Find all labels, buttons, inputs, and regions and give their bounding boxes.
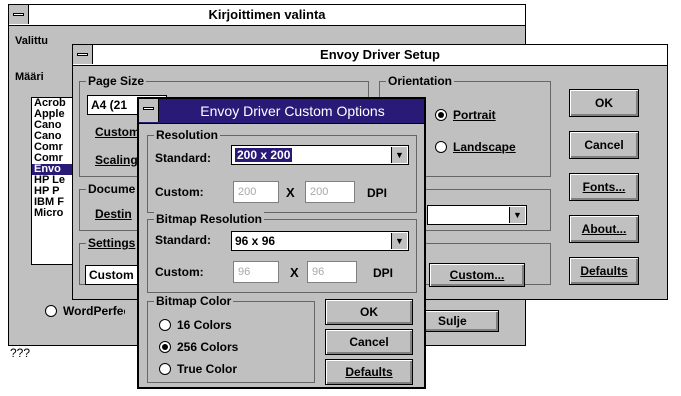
dropdown-arrow-icon[interactable]: ▼ [509, 207, 525, 223]
envoy-setup-titlebar: Envoy Driver Setup [73, 45, 667, 66]
radio-icon[interactable] [435, 109, 447, 121]
settings-select[interactable]: Custom [85, 265, 145, 285]
bitmap-color-group-label: Bitmap Color [154, 294, 234, 308]
system-menu-icon[interactable] [139, 99, 159, 122]
radio-icon[interactable] [45, 305, 57, 317]
ok-button[interactable]: OK [569, 89, 639, 117]
system-menu-icon[interactable] [73, 45, 93, 64]
dropdown-arrow-icon[interactable]: ▼ [391, 147, 407, 163]
bitmap-standard-label: Standard: [155, 233, 212, 247]
resolution-custom-y-field[interactable]: 200 [305, 181, 355, 203]
resolution-standard-label: Standard: [155, 151, 212, 165]
wordperfect-radio-label[interactable]: WordPerfect [63, 304, 125, 318]
bitmap-custom-label: Custom: [155, 265, 204, 279]
page-size-value: A4 (21 [91, 98, 128, 112]
settings-value: Custom [89, 268, 134, 282]
resolution-custom-label: Custom: [155, 185, 204, 199]
bitmap-dpi-label: DPI [373, 266, 394, 280]
resolution-dpi-label: DPI [367, 186, 388, 200]
radio-icon[interactable] [159, 319, 171, 331]
bitmap-standard-select[interactable]: 96 x 96 ▼ [231, 231, 409, 251]
defaults-button[interactable]: Defaults [325, 359, 413, 385]
destination-label: Destin [95, 207, 132, 221]
custom-button[interactable]: Custom... [429, 263, 525, 287]
close-button[interactable]: Sulje [419, 310, 499, 332]
defaults-button[interactable]: Defaults [569, 257, 639, 285]
color-16-label[interactable]: 16 Colors [177, 318, 232, 332]
page-size-custom-label: Custom [95, 125, 140, 139]
status-text: ??? [10, 346, 31, 360]
fonts-button[interactable]: Fonts... [569, 173, 639, 201]
resolution-standard-value: 200 x 200 [235, 148, 293, 162]
color-256-label[interactable]: 256 Colors [177, 340, 238, 354]
orientation-group-label: Orientation [386, 74, 455, 88]
resolution-custom-x-field[interactable]: 200 [233, 181, 279, 203]
portrait-radio-label[interactable]: Portrait [453, 108, 496, 122]
color-true-label[interactable]: True Color [177, 362, 237, 376]
radio-icon[interactable] [159, 363, 171, 375]
bitmap-custom-y-field[interactable]: 96 [307, 261, 357, 283]
page-size-group-label: Page Size [86, 74, 147, 88]
resolution-times-label: X [286, 185, 295, 200]
landscape-radio-label[interactable]: Landscape [453, 140, 516, 154]
resolution-standard-select[interactable]: 200 x 200 ▼ [231, 145, 409, 165]
bitmap-resolution-group-label: Bitmap Resolution [154, 212, 265, 226]
ok-button[interactable]: OK [325, 299, 413, 325]
radio-icon[interactable] [435, 141, 447, 153]
bitmap-standard-value: 96 x 96 [235, 234, 276, 248]
maari-label: Määri [15, 71, 44, 83]
custom-options-title: Envoy Driver Custom Options [200, 103, 385, 119]
printer-selection-titlebar: Kirjoittimen valinta [9, 5, 525, 26]
bitmap-custom-x-field[interactable]: 96 [233, 261, 279, 283]
about-button[interactable]: About... [569, 215, 639, 243]
custom-options-titlebar: Envoy Driver Custom Options [139, 99, 424, 124]
settings-group-label: Settings [86, 236, 138, 250]
resolution-group-label: Resolution [154, 128, 220, 142]
dropdown-arrow-icon[interactable]: ▼ [391, 233, 407, 249]
bitmap-times-label: X [290, 265, 299, 280]
cancel-button[interactable]: Cancel [569, 131, 639, 159]
cancel-button[interactable]: Cancel [325, 329, 413, 355]
scaling-label: Scaling [95, 153, 138, 167]
system-menu-icon[interactable] [9, 5, 29, 24]
document-group-label: Docume [86, 182, 138, 196]
custom-options-window: Envoy Driver Custom Options Resolution S… [137, 97, 426, 389]
valittu-label: Valittu [15, 35, 49, 47]
destination-select[interactable]: ▼ [427, 205, 527, 225]
envoy-setup-title: Envoy Driver Setup [320, 47, 440, 62]
printer-selection-title: Kirjoittimen valinta [208, 7, 326, 22]
radio-icon[interactable] [159, 341, 171, 353]
